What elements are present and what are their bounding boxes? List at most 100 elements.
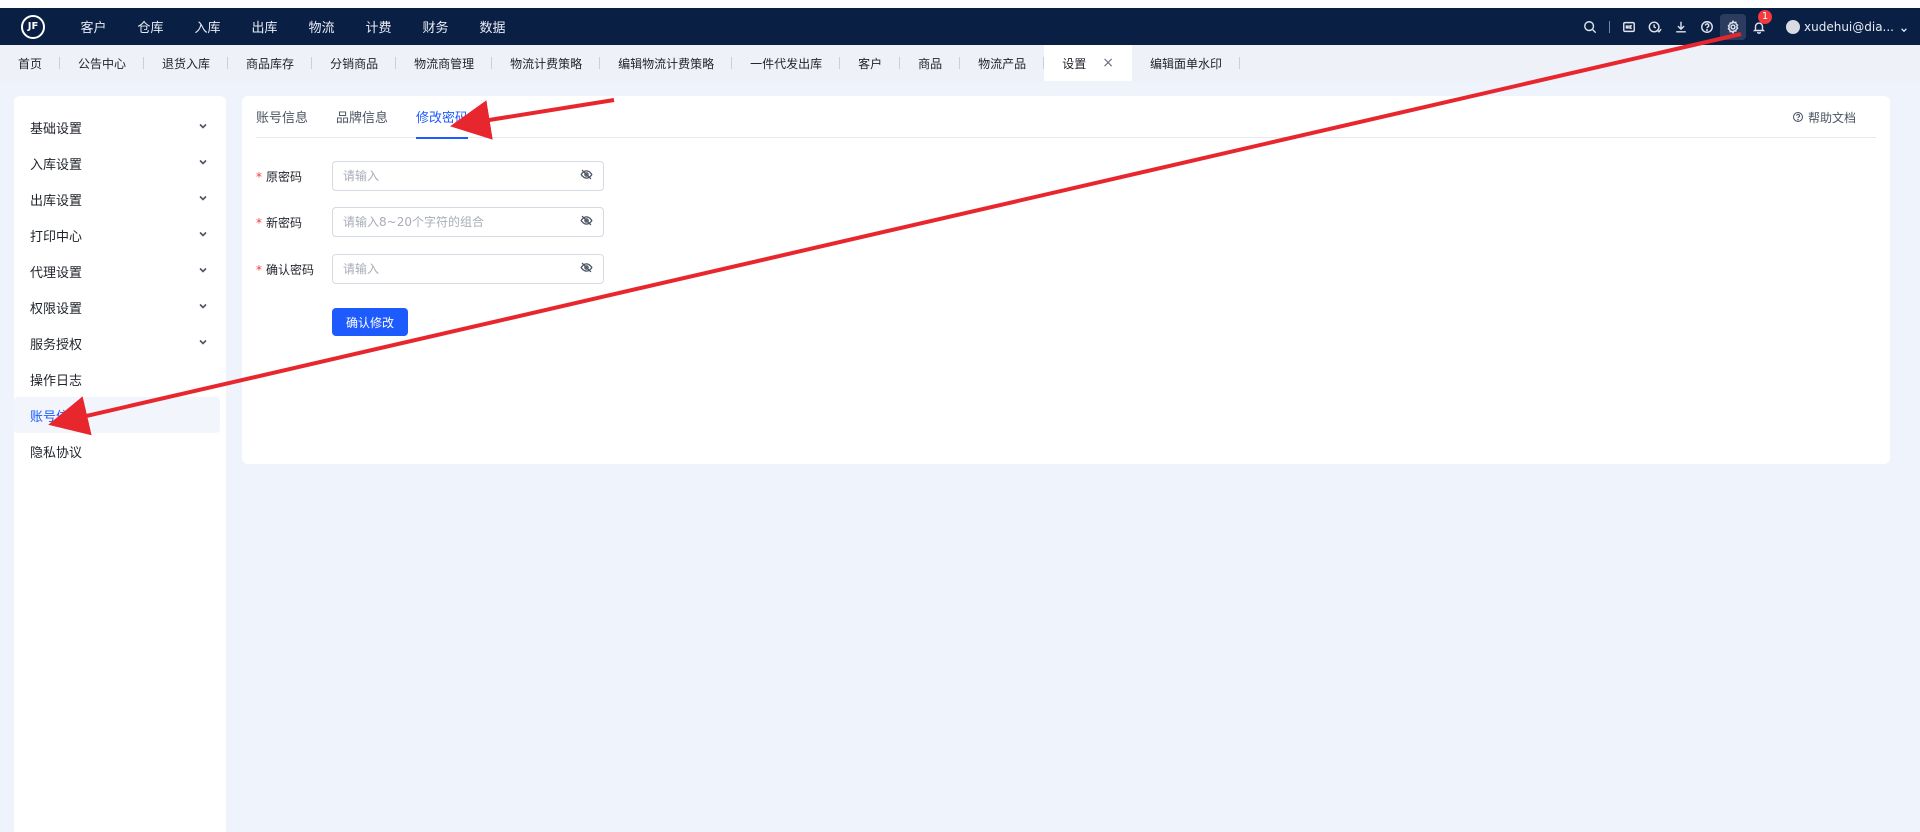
download-icon[interactable]	[1668, 8, 1694, 45]
page-tab[interactable]: 物流产品	[960, 45, 1045, 81]
sidebar-item-outbound-settings[interactable]: 出库设置	[14, 181, 220, 217]
sidebar-item-agent-settings[interactable]: 代理设置	[14, 253, 220, 289]
page-tab[interactable]: 商品	[900, 45, 961, 81]
page-tab[interactable]: 首页	[0, 45, 61, 81]
sidebar-item-operation-log[interactable]: 操作日志	[14, 361, 220, 397]
sidebar-item-label: 操作日志	[30, 373, 83, 389]
sidebar-item-account-info[interactable]: 账号信息	[14, 397, 220, 433]
page-tab-label: 物流计费策略	[510, 56, 583, 71]
page-tab-label: 编辑面单水印	[1149, 56, 1222, 71]
nav-item-logistics[interactable]: 物流	[293, 17, 350, 36]
old-password-field[interactable]	[332, 161, 604, 191]
notification-badge: 1	[1758, 10, 1772, 24]
page-tab-label: 公告中心	[78, 56, 127, 71]
nav-item-customer[interactable]: 客户	[65, 17, 122, 36]
nav-item-data[interactable]: 数据	[464, 17, 521, 36]
page-tab[interactable]: 物流计费策略	[492, 45, 601, 81]
chevron-down-icon	[198, 300, 208, 315]
page-tab-label: 退货入库	[162, 56, 211, 71]
page-tab[interactable]: 客户	[840, 45, 901, 81]
field-label-text: 原密码	[266, 169, 303, 184]
search-icon[interactable]	[1577, 8, 1603, 45]
required-mark: *	[256, 169, 262, 184]
chevron-down-icon	[1900, 23, 1908, 32]
logo-text: JF	[27, 21, 39, 32]
confirm-change-button[interactable]: 确认修改	[332, 308, 408, 336]
help-docs-link[interactable]: 帮助文档	[1792, 96, 1856, 138]
eye-off-icon[interactable]	[580, 261, 593, 277]
page-tab[interactable]: 编辑物流计费策略	[600, 45, 733, 81]
page-tab[interactable]: 一件代发出库	[732, 45, 841, 81]
confirm-password-row: * 确认密码	[256, 254, 604, 284]
page-tab-settings[interactable]: 设置 ×	[1044, 45, 1132, 81]
sidebar-item-label: 入库设置	[30, 157, 83, 173]
sidebar-item-basic-settings[interactable]: 基础设置	[14, 109, 220, 145]
page-tabs-bar: 首页 公告中心 退货入库 商品库存 分销商品 物流商管理 物流计费策略 编辑物流…	[0, 45, 1920, 81]
chevron-down-icon	[198, 156, 208, 171]
new-password-label: * 新密码	[256, 214, 332, 231]
nav-item-billing[interactable]: 计费	[350, 17, 407, 36]
confirm-password-field[interactable]	[332, 254, 604, 284]
page-tab-label: 物流商管理	[414, 56, 475, 71]
page-tab-label: 物流产品	[978, 56, 1027, 71]
app-logo[interactable]: JF	[21, 14, 45, 39]
page-tab[interactable]: 退货入库	[144, 45, 229, 81]
sidebar-item-label: 隐私协议	[30, 445, 83, 461]
gear-icon[interactable]	[1720, 13, 1746, 40]
page-tab[interactable]: 物流商管理	[396, 45, 493, 81]
close-icon[interactable]: ×	[1102, 55, 1114, 71]
chevron-down-icon	[198, 192, 208, 207]
new-password-input[interactable]	[343, 215, 563, 229]
clock-check-icon[interactable]	[1642, 8, 1668, 45]
sidebar-item-service-auth[interactable]: 服务授权	[14, 325, 220, 361]
sidebar-item-label: 打印中心	[30, 229, 83, 245]
field-label-text: 新密码	[266, 215, 303, 230]
confirm-password-input[interactable]	[343, 262, 563, 276]
tab-account-info[interactable]: 账号信息	[256, 96, 308, 138]
page-tab-label: 商品库存	[246, 56, 295, 71]
nav-item-inbound[interactable]: 入库	[179, 17, 236, 36]
help-circle-icon[interactable]	[1694, 8, 1720, 45]
eye-off-icon[interactable]	[580, 168, 593, 184]
old-password-row: * 原密码	[256, 161, 604, 191]
sidebar-item-privacy[interactable]: 隐私协议	[14, 433, 220, 469]
notification-bell[interactable]: 1	[1746, 8, 1772, 45]
user-email: xudehui@dia...	[1804, 19, 1894, 34]
sidebar-item-inbound-settings[interactable]: 入库设置	[14, 145, 220, 181]
ok-box-icon[interactable]	[1616, 8, 1642, 45]
page-tab[interactable]: 编辑面单水印	[1132, 45, 1240, 81]
sidebar-item-label: 基础设置	[30, 121, 83, 137]
avatar	[1786, 19, 1800, 34]
tab-brand-info[interactable]: 品牌信息	[336, 96, 388, 138]
tab-change-password[interactable]: 修改密码	[416, 96, 469, 139]
sidebar-item-label: 服务授权	[30, 337, 83, 353]
page-tab-label: 首页	[18, 56, 43, 71]
page-tab[interactable]: 商品库存	[228, 45, 313, 81]
nav-item-outbound[interactable]: 出库	[236, 17, 293, 36]
required-mark: *	[256, 262, 262, 277]
eye-off-icon[interactable]	[580, 214, 593, 230]
main-panel: 账号信息 品牌信息 修改密码 帮助文档 * 原密码 * 新密码 * 确认密码 确认修改	[242, 96, 1890, 464]
old-password-input[interactable]	[343, 169, 563, 183]
sidebar-item-print-center[interactable]: 打印中心	[14, 217, 220, 253]
sidebar-item-permission-settings[interactable]: 权限设置	[14, 289, 220, 325]
toolbar-divider	[1609, 20, 1610, 33]
nav-item-warehouse[interactable]: 仓库	[122, 17, 179, 36]
navbar-tools: 1 xudehui@dia...	[1577, 8, 1908, 45]
field-label-text: 确认密码	[266, 262, 315, 277]
required-mark: *	[256, 215, 262, 230]
new-password-row: * 新密码	[256, 207, 604, 237]
page-tab[interactable]: 公告中心	[60, 45, 145, 81]
user-menu[interactable]: xudehui@dia...	[1786, 19, 1908, 34]
sidebar-item-label: 权限设置	[30, 301, 83, 317]
page-tab-label: 客户	[858, 56, 883, 71]
nav-item-finance[interactable]: 财务	[407, 17, 464, 36]
page-tab-label: 一件代发出库	[750, 56, 823, 71]
sidebar-item-label: 出库设置	[30, 193, 83, 209]
account-subtabs: 账号信息 品牌信息 修改密码 帮助文档	[256, 96, 1876, 139]
page-tab-label: 分销商品	[330, 56, 379, 71]
chevron-down-icon	[198, 120, 208, 135]
new-password-field[interactable]	[332, 207, 604, 237]
help-docs-label: 帮助文档	[1807, 110, 1856, 125]
page-tab[interactable]: 分销商品	[312, 45, 397, 81]
